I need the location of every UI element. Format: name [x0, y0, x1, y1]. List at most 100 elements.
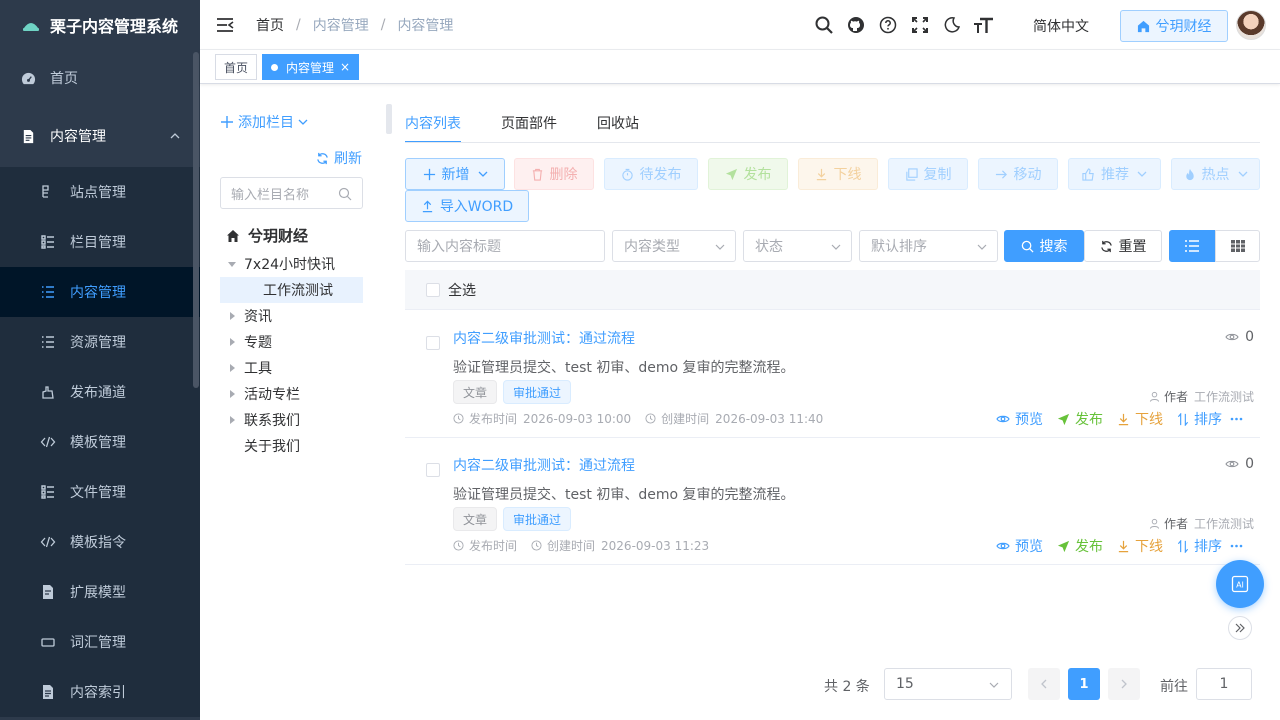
tree-node[interactable]: 工作流测试: [220, 277, 363, 303]
tag-home[interactable]: 首页: [215, 54, 258, 80]
offline-action[interactable]: 下线: [1117, 536, 1163, 556]
page-number-current[interactable]: 1: [1068, 668, 1100, 700]
search-button[interactable]: 搜索: [1004, 230, 1084, 262]
import-word-button[interactable]: 导入WORD: [405, 190, 529, 222]
tree-node[interactable]: 联系我们: [220, 407, 363, 433]
sidebar-item-7[interactable]: 模板指令: [0, 517, 200, 567]
tree-node[interactable]: 关于我们: [220, 433, 363, 459]
language-select[interactable]: 简体中文: [1033, 16, 1089, 36]
status-select[interactable]: 状态: [743, 230, 852, 262]
caret-right-icon[interactable]: [220, 416, 244, 424]
publish-button[interactable]: 发布: [708, 158, 788, 190]
panel-resizer[interactable]: [386, 104, 392, 134]
font-size-icon[interactable]: [973, 14, 995, 36]
tree-node[interactable]: 工具: [220, 355, 363, 381]
offline-action[interactable]: 下线: [1117, 409, 1163, 429]
sort-action[interactable]: 排序: [1177, 536, 1222, 556]
sidebar-item-4[interactable]: 发布通道: [0, 367, 200, 417]
select-all-checkbox[interactable]: [426, 282, 440, 297]
preview-action[interactable]: 预览: [996, 536, 1043, 556]
github-icon[interactable]: [845, 14, 867, 36]
dashboard-icon: [20, 70, 36, 86]
caret-right-icon[interactable]: [220, 312, 244, 320]
tree-node[interactable]: 资讯: [220, 303, 363, 329]
sidebar-item-0[interactable]: 站点管理: [0, 167, 200, 217]
publish-action[interactable]: 发布: [1057, 409, 1103, 429]
tab-page-widgets[interactable]: 页面部件: [501, 103, 557, 143]
delete-button[interactable]: 删除: [514, 158, 594, 190]
move-button[interactable]: 移动: [978, 158, 1058, 190]
tree-node-label: 关于我们: [244, 439, 300, 455]
tree-node[interactable]: 7x24小时快讯: [220, 251, 363, 277]
next-page-button[interactable]: [1108, 668, 1140, 700]
sidebar-item-2[interactable]: 内容管理: [0, 267, 200, 317]
fullscreen-icon[interactable]: [909, 14, 931, 36]
preview-action[interactable]: 预览: [996, 409, 1043, 429]
sidebar-item-1[interactable]: 栏目管理: [0, 217, 200, 267]
sidebar-item-10[interactable]: 内容索引: [0, 667, 200, 717]
caret-right-icon[interactable]: [220, 390, 244, 398]
content-title-input[interactable]: 输入内容标题: [405, 230, 605, 262]
content-type-select[interactable]: 内容类型: [612, 230, 736, 262]
page-size-select[interactable]: 15: [884, 668, 1012, 700]
content-title[interactable]: 内容二级审批测试：通过流程: [453, 455, 635, 475]
tree-node[interactable]: 活动专栏: [220, 381, 363, 407]
sidebar-item-8[interactable]: 扩展模型: [0, 567, 200, 617]
thumb-up-icon: [1082, 167, 1094, 181]
catalog-search-input[interactable]: 输入栏目名称: [220, 177, 363, 209]
caret-down-icon[interactable]: [220, 260, 244, 268]
help-icon[interactable]: [877, 14, 899, 36]
tree-root[interactable]: 兮玥财经: [226, 225, 308, 246]
hamburger-icon[interactable]: [216, 16, 234, 34]
add-button[interactable]: 新增: [405, 158, 505, 190]
sidebar-item-5[interactable]: 模板管理: [0, 417, 200, 467]
row-checkbox[interactable]: [426, 336, 440, 350]
caret-right-icon[interactable]: [220, 364, 244, 372]
tree-node[interactable]: 专题: [220, 329, 363, 355]
sort-action[interactable]: 排序: [1177, 409, 1222, 429]
hot-button[interactable]: 热点: [1171, 158, 1260, 190]
sort-select[interactable]: 默认排序: [859, 230, 998, 262]
sidebar-item-3[interactable]: 资源管理: [0, 317, 200, 367]
publish-action[interactable]: 发布: [1057, 536, 1103, 556]
sidebar-item-9[interactable]: 词汇管理: [0, 617, 200, 667]
list-icon: [1185, 240, 1199, 252]
tab-recycle-bin[interactable]: 回收站: [597, 103, 639, 143]
copy-button[interactable]: 复制: [888, 158, 968, 190]
reset-button[interactable]: 重置: [1084, 230, 1162, 262]
expand-button[interactable]: [1228, 616, 1252, 640]
content-title[interactable]: 内容二级审批测试：通过流程: [453, 328, 635, 348]
grid-view-button[interactable]: [1215, 230, 1260, 262]
sidebar-item-home[interactable]: 首页: [0, 53, 200, 103]
offline-button[interactable]: 下线: [798, 158, 878, 190]
sidebar-item-6[interactable]: 文件管理: [0, 467, 200, 517]
breadcrumb-home[interactable]: 首页: [256, 15, 284, 35]
content-type-tag: 文章: [453, 380, 498, 404]
search-icon[interactable]: [813, 14, 835, 36]
tree-node-label: 7x24小时快讯: [244, 257, 336, 273]
ai-assistant-button[interactable]: AI: [1216, 560, 1264, 608]
home-icon: [227, 229, 239, 242]
more-icon[interactable]: [1230, 544, 1248, 548]
add-catalog-button[interactable]: 添加栏目: [220, 112, 308, 132]
more-icon[interactable]: [1230, 417, 1248, 421]
recommend-button[interactable]: 推荐: [1068, 158, 1161, 190]
prev-page-button[interactable]: [1028, 668, 1060, 700]
refresh-button[interactable]: 刷新: [316, 148, 362, 168]
sidebar-group-content[interactable]: 内容管理: [0, 105, 200, 167]
pending-publish-button[interactable]: 待发布: [604, 158, 698, 190]
site-switch-button[interactable]: 兮玥财经: [1120, 10, 1228, 42]
row-checkbox[interactable]: [426, 463, 440, 477]
caret-right-icon[interactable]: [220, 338, 244, 346]
avatar[interactable]: [1236, 10, 1266, 40]
tab-content-list[interactable]: 内容列表: [405, 103, 461, 143]
rect-icon: [40, 634, 56, 650]
sidebar-scrollbar[interactable]: [193, 52, 199, 388]
row-actions: 预览 发布 下线 排序: [982, 536, 1248, 556]
tag-current[interactable]: 内容管理 ×: [262, 54, 360, 80]
dark-mode-icon[interactable]: [941, 14, 963, 36]
list-view-button[interactable]: [1169, 230, 1215, 262]
app-brand[interactable]: 栗子内容管理系统: [0, 0, 200, 50]
goto-page-input[interactable]: 1: [1196, 668, 1252, 700]
close-icon[interactable]: ×: [340, 60, 350, 74]
